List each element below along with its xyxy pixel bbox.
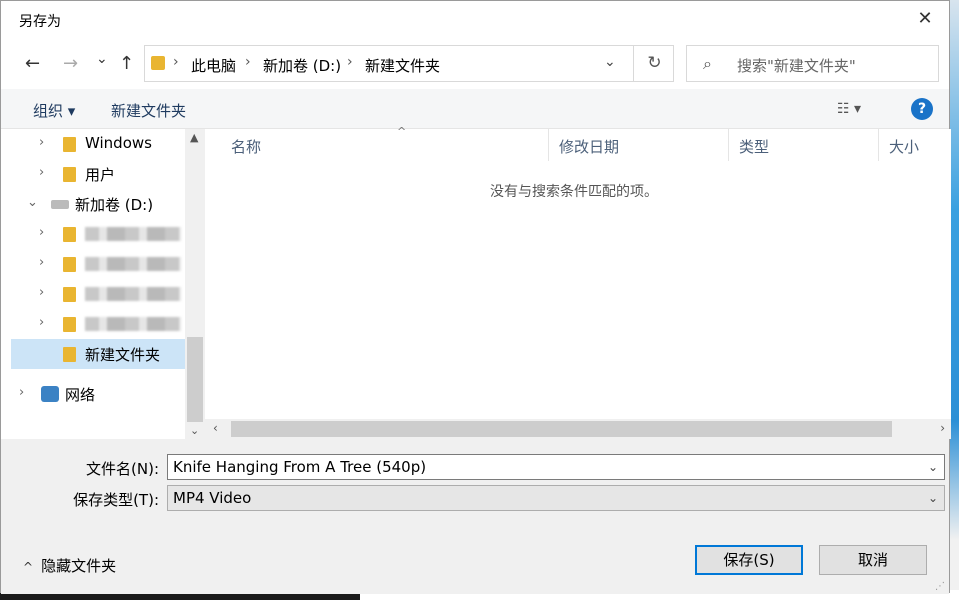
redacted-label	[85, 227, 181, 241]
network-icon	[41, 386, 59, 402]
filetype-value[interactable]: MP4 Video	[173, 489, 251, 507]
recent-locations-chevron-icon[interactable]: ⌄	[96, 51, 108, 67]
expand-chevron-icon[interactable]: ›	[19, 385, 24, 400]
folder-icon	[63, 287, 76, 302]
folder-icon	[63, 137, 76, 152]
tree-item-blurred-folder[interactable]: ›	[1, 279, 185, 309]
help-icon[interactable]: ?	[911, 98, 933, 120]
tree-item-drive-d[interactable]: ⌄ 新加卷 (D:)	[1, 189, 185, 219]
folder-icon	[63, 257, 76, 272]
tree-item-windows[interactable]: › Windows	[1, 129, 185, 159]
folder-icon	[63, 227, 76, 242]
expand-chevron-icon[interactable]: ›	[39, 315, 44, 330]
back-arrow-icon[interactable]: ←	[25, 53, 40, 74]
breadcrumb-this-pc[interactable]: 此电脑	[191, 55, 236, 76]
title-bar: 另存为 ✕	[1, 1, 949, 37]
scroll-up-icon[interactable]: ▲	[190, 131, 198, 144]
column-header-label: 修改日期	[559, 138, 620, 156]
column-header-size[interactable]: 大小	[879, 129, 951, 161]
redacted-label	[85, 317, 181, 331]
expand-chevron-icon[interactable]: ›	[39, 285, 44, 300]
save-button[interactable]: 保存(S)	[695, 545, 803, 575]
search-icon: ⌕	[703, 54, 712, 73]
resize-grip-icon[interactable]: ⋰	[935, 581, 945, 592]
breadcrumb-separator-icon[interactable]: ›	[173, 54, 179, 70]
filename-value[interactable]: Knife Hanging From A Tree (540p)	[173, 458, 426, 476]
filetype-dropdown-chevron-icon[interactable]: ⌄	[928, 491, 938, 505]
column-header-label: 名称	[231, 138, 262, 156]
address-bar[interactable]: › 此电脑 › 新加卷 (D:) › 新建文件夹 ⌄ ↻	[144, 45, 674, 82]
tree-item-network[interactable]: › 网络	[1, 379, 185, 409]
search-box[interactable]: ⌕ 搜索"新建文件夹"	[686, 45, 939, 82]
tree-item-label: 新建文件夹	[85, 346, 161, 364]
collapse-caret-icon: ^	[23, 560, 34, 574]
tree-item-label: 新加卷 (D:)	[75, 196, 154, 214]
forward-arrow-icon[interactable]: →	[63, 53, 78, 74]
search-placeholder[interactable]: 搜索"新建文件夹"	[737, 55, 856, 76]
folder-icon	[63, 317, 76, 332]
scrollbar-thumb[interactable]	[231, 421, 892, 437]
expand-chevron-icon[interactable]: ›	[39, 255, 44, 270]
folder-icon	[63, 167, 76, 182]
scroll-down-icon[interactable]: ⌄	[190, 424, 199, 437]
tree-item-label: 网络	[65, 386, 96, 404]
expand-chevron-icon[interactable]: ›	[39, 165, 44, 180]
filename-dropdown-chevron-icon[interactable]: ⌄	[928, 460, 938, 474]
scroll-left-icon[interactable]: ‹	[213, 421, 218, 435]
column-header-label: 大小	[889, 138, 920, 156]
tree-item-users[interactable]: › 用户	[1, 159, 185, 189]
column-header-type[interactable]: 类型	[729, 129, 879, 161]
dialog-title: 另存为	[19, 14, 61, 30]
organize-button[interactable]: 组织 ▾	[33, 100, 75, 121]
cancel-button[interactable]: 取消	[819, 545, 927, 575]
up-arrow-icon[interactable]: ↑	[119, 53, 134, 74]
command-bar: 组织 ▾ 新建文件夹 ☷ ▾ ?	[1, 89, 949, 129]
list-horizontal-scrollbar[interactable]: ‹ ›	[205, 419, 951, 439]
folder-icon	[151, 56, 165, 70]
save-options-panel: 文件名(N): Knife Hanging From A Tree (540p)…	[1, 439, 949, 594]
column-header-date[interactable]: 修改日期	[549, 129, 729, 161]
sort-ascending-icon: ^	[397, 125, 407, 138]
breadcrumb-new-folder[interactable]: 新建文件夹	[365, 55, 440, 76]
filetype-select[interactable]: MP4 Video ⌄	[167, 485, 945, 511]
filename-field[interactable]: Knife Hanging From A Tree (540p) ⌄	[167, 454, 945, 480]
navigation-pane: › Windows › 用户 ⌄ 新加卷 (D:) › › › › 新建文件夹 …	[1, 129, 205, 439]
hide-folders-toggle[interactable]: ^ 隐藏文件夹	[23, 555, 116, 576]
filetype-label: 保存类型(T):	[73, 491, 159, 509]
tree-item-new-folder[interactable]: 新建文件夹	[11, 339, 185, 369]
address-dropdown-chevron-icon[interactable]: ⌄	[604, 54, 616, 70]
breadcrumb-separator-icon[interactable]: ›	[245, 54, 251, 70]
collapse-chevron-icon[interactable]: ⌄	[27, 195, 38, 210]
drive-icon	[51, 200, 69, 209]
file-list: ^ 名称 修改日期 类型 大小 没有与搜索条件匹配的项。 ‹ ›	[205, 125, 951, 439]
new-folder-button[interactable]: 新建文件夹	[111, 100, 186, 121]
expand-chevron-icon[interactable]: ›	[39, 135, 44, 150]
redacted-label	[85, 287, 181, 301]
folder-icon	[63, 347, 76, 362]
breadcrumb-separator-icon[interactable]: ›	[347, 54, 353, 70]
view-options-icon[interactable]: ☷ ▾	[837, 101, 861, 117]
breadcrumb-drive-d[interactable]: 新加卷 (D:)	[263, 55, 341, 76]
tree-item-label: 用户	[85, 166, 116, 184]
expand-chevron-icon[interactable]: ›	[39, 225, 44, 240]
save-as-dialog: 另存为 ✕ ← → ⌄ ↑ › 此电脑 › 新加卷 (D:) › 新建文件夹 ⌄…	[0, 0, 951, 594]
filename-label: 文件名(N):	[86, 460, 159, 478]
tree-item-label: Windows	[85, 134, 152, 152]
close-icon[interactable]: ✕	[907, 5, 943, 33]
tree-vertical-scrollbar[interactable]: ▲ ⌄	[185, 129, 205, 439]
tree-item-blurred-folder[interactable]: ›	[1, 309, 185, 339]
column-header-name[interactable]: ^ 名称	[221, 125, 549, 161]
column-header-label: 类型	[739, 138, 770, 156]
scroll-right-icon[interactable]: ›	[940, 421, 945, 435]
hide-folders-label: 隐藏文件夹	[41, 557, 117, 575]
tree-item-blurred-folder[interactable]: ›	[1, 249, 185, 279]
redacted-label	[85, 257, 181, 271]
tree-item-blurred-folder[interactable]: ›	[1, 219, 185, 249]
empty-message: 没有与搜索条件匹配的项。	[490, 184, 658, 200]
refresh-icon[interactable]: ↻	[633, 46, 675, 81]
scrollbar-thumb[interactable]	[187, 337, 203, 422]
